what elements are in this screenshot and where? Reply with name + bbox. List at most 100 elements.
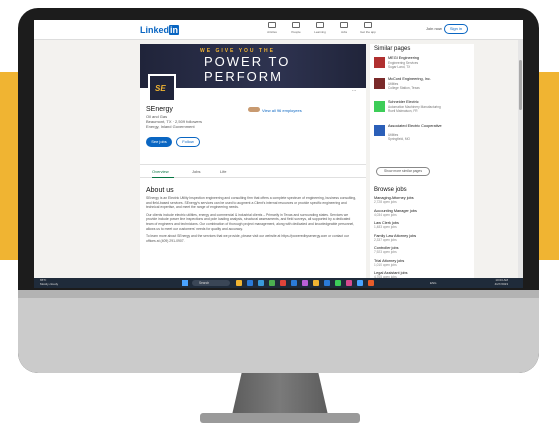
windows-taskbar: 65°F Mostly cloudy Search ENG 10:03 AM 4… (34, 278, 523, 288)
join-now-link[interactable]: Join now (426, 26, 442, 31)
taskbar-app-icon[interactable] (291, 280, 297, 286)
nav-items: Articles People Learning Jobs Get the ap… (264, 22, 376, 38)
more-options-icon[interactable]: ... (352, 87, 356, 93)
about-paragraph: To learn more about SEnergy and the serv… (146, 234, 349, 243)
nav-learning[interactable]: Learning (312, 22, 328, 38)
company-card: WE GIVE YOU THE POWER TO PERFORM ... SE … (140, 44, 366, 288)
job-count: 1,483 open jobs (374, 225, 397, 230)
job-link[interactable]: Family Law Attorney jobs 2,337 open jobs (374, 234, 470, 242)
job-link[interactable]: Controller jobs 7,923 open jobs (374, 246, 470, 254)
similar-page-location: Rueil Malmaison, FR (388, 109, 418, 113)
taskbar-app-icon[interactable] (247, 280, 253, 286)
scrollbar-thumb[interactable] (519, 60, 522, 110)
linkedin-navbar: Linkedin Articles People Learning Jobs G… (34, 20, 523, 40)
weather-widget[interactable]: 65°F Mostly cloudy (40, 278, 58, 286)
company-logo-icon (374, 57, 385, 68)
tab-life[interactable]: Life (220, 169, 226, 174)
taskbar-app-icon[interactable] (269, 280, 275, 286)
similar-page-item[interactable]: MEGI Engineering Engineering Services Su… (374, 56, 474, 74)
app-icon (364, 22, 372, 28)
taskbar-clock[interactable]: 10:03 AM 4/27/2023 (480, 278, 508, 286)
see-jobs-button[interactable]: See jobs (146, 137, 172, 147)
jobs-icon (340, 22, 348, 28)
nav-jobs[interactable]: Jobs (336, 22, 352, 38)
company-logo-icon (374, 78, 385, 89)
logo-in-badge: in (169, 25, 180, 35)
job-count: 2,728 open jobs (374, 200, 397, 205)
browse-jobs-title: Browse jobs (374, 187, 407, 193)
similar-page-name: Schneider Electric (388, 100, 419, 104)
follow-button[interactable]: Follow (176, 137, 200, 147)
taskbar-search[interactable]: Search (192, 280, 230, 286)
taskbar-app-icon[interactable] (324, 280, 330, 286)
view-employees-link[interactable]: View all 96 employees (262, 108, 302, 113)
job-link[interactable]: Law Clerk jobs 1,483 open jobs (374, 221, 470, 229)
job-count: 2,337 open jobs (374, 237, 397, 242)
job-link[interactable]: Trial Attorney jobs 1,010 open jobs (374, 259, 470, 267)
linkedin-logo[interactable]: Linkedin (140, 25, 180, 35)
similar-page-location: Sugar Land, TX (388, 65, 411, 69)
articles-icon (268, 22, 276, 28)
company-link[interactable]: Energy, Inland Government (146, 124, 202, 129)
nav-articles[interactable]: Articles (264, 22, 280, 38)
similar-page-item[interactable]: Schneider Electric Automation Machinery … (374, 100, 474, 118)
tab-overview[interactable]: Overview (152, 169, 169, 174)
tray-language[interactable]: ENG (430, 281, 437, 285)
nav-app[interactable]: Get the app (360, 22, 376, 38)
similar-page-name: McCord Engineering, Inc. (388, 77, 431, 81)
taskbar-app-icon[interactable] (346, 280, 352, 286)
similar-page-item[interactable]: McCord Engineering, Inc. Utilities Colle… (374, 77, 474, 95)
company-logo-icon (374, 101, 385, 112)
company-logo-icon (374, 125, 385, 136)
screen: Linkedin Articles People Learning Jobs G… (34, 20, 523, 288)
about-title: About us (146, 187, 174, 194)
learning-icon (316, 22, 324, 28)
nav-articles-label: Articles (267, 30, 277, 34)
company-tabs: Overview Jobs Life (140, 164, 366, 178)
right-sidebar: Similar pages MEGI Engineering Engineeri… (370, 44, 474, 288)
nav-people-label: People (291, 30, 301, 34)
nav-people[interactable]: People (288, 22, 304, 38)
company-subinfo: Oil and Gas Beaumont, TX · 2,509 followe… (146, 114, 202, 129)
similar-page-name: MEGI Engineering (388, 56, 420, 60)
taskbar-app-icon[interactable] (280, 280, 286, 286)
job-link[interactable]: Managing Attorney jobs 2,728 open jobs (374, 196, 470, 204)
chin-shadow (18, 290, 539, 298)
about-paragraph: SEnergy is an Electric Utility Inspectio… (146, 196, 357, 210)
taskbar-app-icon[interactable] (368, 280, 374, 286)
similar-page-item[interactable]: Associated Electric Cooperative Utilitie… (374, 124, 474, 142)
monitor-mockup: Linkedin Articles People Learning Jobs G… (0, 0, 559, 433)
about-text: SEnergy is an Electric Utility Inspectio… (146, 196, 358, 246)
windows-start-icon[interactable] (182, 280, 188, 286)
employee-avatars (248, 107, 260, 112)
taskbar-app-icon[interactable] (302, 280, 308, 286)
about-paragraph: Our clients include electric utilities, … (146, 212, 355, 231)
active-tab-indicator (152, 177, 174, 178)
similar-page-name: Associated Electric Cooperative (388, 124, 442, 128)
people-icon (292, 22, 300, 28)
company-logo-text: SE (155, 84, 166, 93)
sign-in-button[interactable]: Sign in (444, 24, 468, 34)
nav-app-label: Get the app (360, 30, 376, 34)
job-count: 1,010 open jobs (374, 262, 397, 267)
taskbar-app-icon[interactable] (313, 280, 319, 286)
show-more-similar-button[interactable]: Show more similar pages (376, 167, 430, 176)
monitor-neck (232, 373, 328, 415)
similar-page-location: Springfield, MO (388, 137, 410, 141)
taskbar-app-icon[interactable] (236, 280, 242, 286)
tab-jobs[interactable]: Jobs (192, 169, 200, 174)
company-logo: SE (148, 74, 176, 102)
job-link[interactable]: Accounting Manager jobs 4,034 open jobs (374, 209, 470, 217)
nav-learning-label: Learning (314, 30, 326, 34)
company-name: SEnergy (146, 106, 173, 113)
taskbar-app-icon[interactable] (258, 280, 264, 286)
banner-line-2: PERFORM (204, 69, 283, 84)
job-count: 7,923 open jobs (374, 250, 397, 255)
similar-page-location: College Station, Texas (388, 86, 420, 90)
monitor-chin (18, 290, 539, 373)
taskbar-app-icon[interactable] (357, 280, 363, 286)
nav-jobs-label: Jobs (340, 30, 348, 34)
similar-pages-title: Similar pages (374, 46, 411, 52)
logo-text: Linked (140, 25, 170, 35)
taskbar-app-icon[interactable] (335, 280, 341, 286)
